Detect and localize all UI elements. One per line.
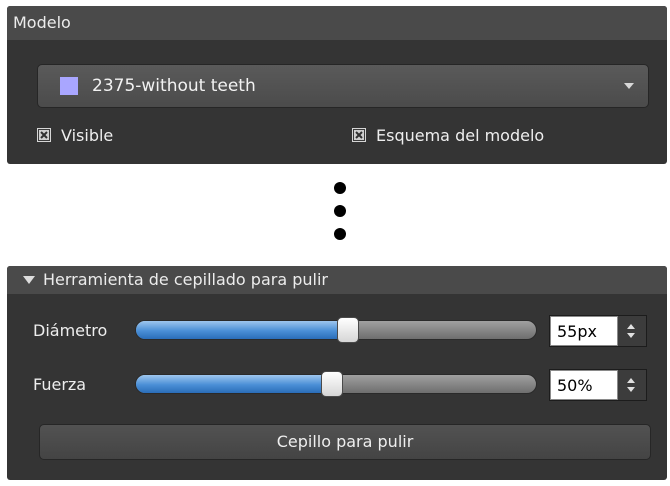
separator-dot <box>334 228 346 240</box>
diameter-slider-thumb[interactable] <box>337 317 359 343</box>
diameter-spinbox: 55px <box>549 315 647 347</box>
force-row: Fuerza 50% <box>33 368 653 402</box>
triangle-down-icon <box>23 276 35 284</box>
up-down-arrows-icon[interactable] <box>618 316 646 346</box>
screenshot-page: Modelo 2375-without teeth Visible Esquem… <box>0 0 670 486</box>
model-select-dropdown[interactable]: 2375-without teeth <box>37 64 649 108</box>
diameter-label: Diámetro <box>33 321 108 340</box>
force-value-input[interactable]: 50% <box>550 370 618 400</box>
model-outline-checkbox-label: Esquema del modelo <box>376 125 545 145</box>
force-slider-fill <box>136 375 332 393</box>
separator-dot <box>334 182 346 194</box>
model-outline-checkbox[interactable]: Esquema del modelo <box>352 125 544 145</box>
diameter-row: Diámetro 55px <box>33 314 653 348</box>
model-panel: Modelo 2375-without teeth Visible Esquem… <box>7 6 667 164</box>
ellipsis-separator <box>334 182 346 251</box>
diameter-slider[interactable] <box>135 317 537 343</box>
checkbox-x-mark-icon <box>352 128 366 142</box>
force-slider-thumb[interactable] <box>321 371 343 397</box>
model-select-value: 2375-without teeth <box>92 76 256 96</box>
arrow-up-icon <box>627 324 635 329</box>
polish-brush-panel-header[interactable]: Herramienta de cepillado para pulir <box>7 266 667 294</box>
checkbox-x-mark-icon <box>37 128 51 142</box>
arrow-up-icon <box>627 378 635 383</box>
model-panel-header: Modelo <box>7 6 667 40</box>
polish-brush-panel-title: Herramienta de cepillado para pulir <box>43 270 328 289</box>
force-slider[interactable] <box>135 371 537 397</box>
separator-dot <box>334 205 346 217</box>
polish-brush-button[interactable]: Cepillo para pulir <box>39 424 651 460</box>
visible-checkbox-label: Visible <box>61 125 114 145</box>
arrow-down-icon <box>627 387 635 392</box>
arrow-down-icon <box>627 333 635 338</box>
up-down-arrows-icon[interactable] <box>618 370 646 400</box>
polish-brush-panel: Herramienta de cepillado para pulir Diám… <box>7 266 667 480</box>
force-label: Fuerza <box>33 375 87 394</box>
diameter-slider-fill <box>136 321 348 339</box>
chevron-down-icon <box>624 83 634 89</box>
visible-checkbox[interactable]: Visible <box>37 125 113 145</box>
diameter-value-input[interactable]: 55px <box>550 316 618 346</box>
model-color-swatch <box>60 77 78 95</box>
force-spinbox: 50% <box>549 369 647 401</box>
